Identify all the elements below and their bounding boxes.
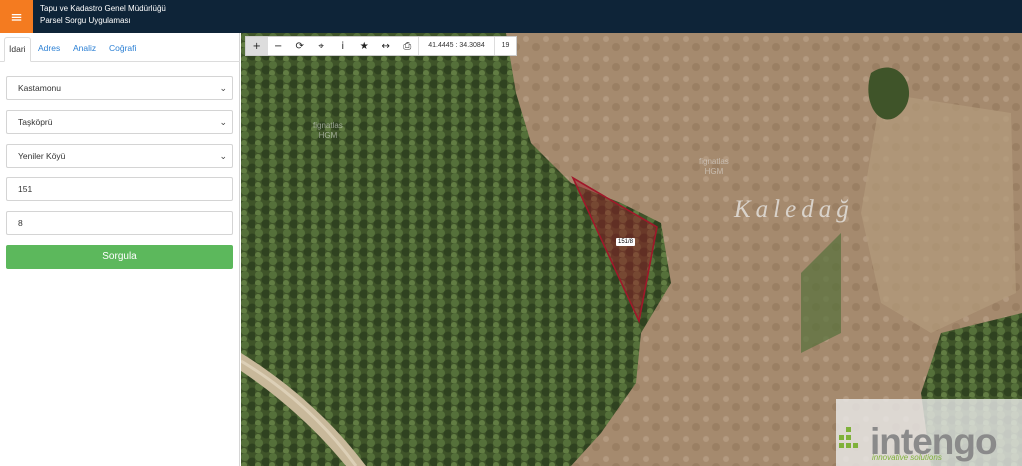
- tab-cografi[interactable]: Coğrafi: [105, 37, 140, 62]
- neighborhood-select[interactable]: Yeniler Köyü ⌄: [6, 144, 233, 168]
- district-select[interactable]: Taşköprü ⌄: [6, 110, 233, 134]
- district-value: Taşköprü: [18, 117, 53, 127]
- province-value: Kastamonu: [18, 83, 61, 93]
- chevron-down-icon: ⌄: [219, 83, 227, 93]
- grid-logo-icon: [839, 427, 858, 448]
- parcel-label: 151/8: [616, 238, 636, 246]
- chevron-down-icon: ⌄: [219, 117, 227, 127]
- block-number-input[interactable]: 151: [6, 177, 233, 201]
- tab-idari[interactable]: İdari: [4, 37, 31, 62]
- refresh-icon[interactable]: ⟳: [289, 37, 311, 55]
- sidebar: İdari Adres Analiz Coğrafi Kastamonu ⌄ T…: [0, 33, 240, 466]
- query-button[interactable]: Sorgula: [6, 245, 233, 269]
- app-title: Tapu ve Kadastro Genel Müdürlüğü Parsel …: [40, 3, 166, 27]
- chevron-down-icon: ⌄: [219, 151, 227, 161]
- province-select[interactable]: Kastamonu ⌄: [6, 76, 233, 100]
- star-icon[interactable]: ★: [354, 37, 376, 55]
- info-icon[interactable]: i: [332, 37, 354, 55]
- logo-subtitle: innovative solutions: [872, 453, 942, 462]
- measure-icon[interactable]: ↔: [375, 37, 397, 55]
- tab-adres[interactable]: Adres: [34, 37, 64, 62]
- top-bar: ≡ Tapu ve Kadastro Genel Müdürlüğü Parse…: [0, 0, 1022, 33]
- block-number-value: 151: [18, 184, 33, 194]
- app-title-line2: Parsel Sorgu Uygulaması: [40, 16, 131, 25]
- neighborhood-value: Yeniler Köyü: [18, 151, 66, 161]
- locate-icon[interactable]: ⌖: [311, 37, 333, 55]
- intengo-logo: intengo innovative solutions: [836, 399, 1022, 466]
- app-title-line1: Tapu ve Kadastro Genel Müdürlüğü: [40, 4, 166, 13]
- parcel-number-value: 8: [18, 218, 23, 228]
- hamburger-menu-icon[interactable]: ≡: [0, 0, 33, 33]
- map-toolbar: + − ⟳ ⌖ i ★ ↔ ⎙ 41.4445 : 34.3084 19: [245, 36, 517, 56]
- coordinate-readout: 41.4445 : 34.3084: [418, 37, 494, 55]
- zoom-out-icon[interactable]: −: [268, 37, 290, 55]
- tab-analiz[interactable]: Analiz: [69, 37, 100, 62]
- place-name: Kaledağ: [734, 196, 854, 223]
- parcel-number-input[interactable]: 8: [6, 211, 233, 235]
- zoom-level-readout: 19: [494, 37, 516, 55]
- print-icon[interactable]: ⎙: [397, 37, 419, 55]
- tab-bar: İdari Adres Analiz Coğrafi: [0, 33, 240, 62]
- zoom-in-icon[interactable]: +: [246, 37, 268, 55]
